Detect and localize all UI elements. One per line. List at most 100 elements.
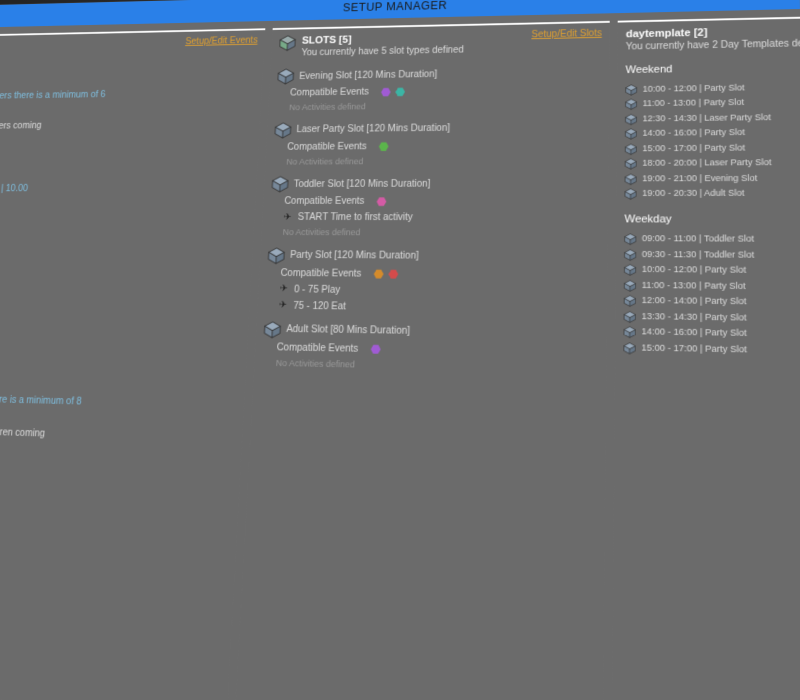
- daytemplate-row-text: 15:00 - 17:00 | Party Slot: [641, 341, 747, 357]
- cube-icon: [264, 321, 282, 339]
- no-activities: No Activities defined: [273, 154, 601, 168]
- daytemplate-row-text: 11:00 - 13:00 | Party Slot: [642, 279, 746, 294]
- event-item[interactable]: Birthday PartyMinimum Deposit : 1.00Mini…: [0, 358, 239, 599]
- slots-list: Evening Slot [120 Mins Duration] Compatib…: [233, 59, 609, 700]
- window-title: SETUP MANAGER: [343, 0, 448, 14]
- daytemplate-row[interactable]: 18:00 - 20:00 | Laser Party Slot: [625, 154, 800, 171]
- slot-name: Toddler Slot [120 Mins Duration]: [293, 177, 430, 191]
- daytemplate-row[interactable]: 19:00 - 21:00 | Evening Slot: [625, 170, 800, 186]
- cube-icon: [624, 249, 636, 261]
- guest-price-note: charge based on Children coming: [0, 425, 45, 439]
- daytemplate-row-text: 09:00 - 11:00 | Toddler Slot: [642, 233, 754, 247]
- daytemplate-row-text: 18:00 - 20:00 | Laser Party Slot: [642, 157, 771, 171]
- edit-slots-link[interactable]: Setup/Edit Slots: [531, 28, 601, 40]
- compat-label: Compatible Events: [284, 195, 365, 209]
- cube-icon: [625, 113, 637, 125]
- option-line: - Toddler Treat 2.00 | 2.00: [0, 268, 245, 285]
- daytemplate-name: Weekday: [624, 211, 800, 228]
- activity-line: START Time to first activity: [297, 211, 413, 225]
- event-color-icon: [388, 269, 398, 279]
- slot-item[interactable]: Adult Slot [80 Mins Duration]Compatible …: [262, 321, 599, 377]
- daytemplate-row[interactable]: 14:00 - 16:00 | Party Slot: [625, 123, 800, 141]
- cube-icon: [624, 342, 637, 354]
- daytemplate-row[interactable]: 10:00 - 12:00 | Party Slot: [625, 77, 800, 97]
- event-color-icon: [395, 87, 405, 96]
- activity-line: 75 - 120 Eat: [293, 299, 346, 314]
- event-color-icon: [371, 344, 381, 354]
- no-activities: No Activities defined: [269, 227, 600, 241]
- slot-name: Party Slot [120 Mins Duration]: [290, 249, 419, 264]
- compat-label: Compatible Events: [280, 266, 362, 281]
- cube-icon: [625, 99, 637, 111]
- events-panel: ly have 6 event types Setup/Edit Events …: [0, 28, 266, 700]
- event-color-icon: [374, 269, 384, 279]
- compat-label: Compatible Events: [276, 340, 358, 356]
- option-line: - Chubby Bear - | -: [0, 195, 249, 209]
- plane-icon: ✈: [279, 301, 289, 311]
- daytemplate-row[interactable]: 12:30 - 14:30 | Laser Party Slot: [625, 108, 800, 127]
- cube-icon: [268, 247, 286, 264]
- events-list: Toddler PartyMinimum Deposit : 1.00Minim…: [0, 52, 264, 700]
- plane-icon: ✈: [283, 213, 293, 222]
- cube-icon: [624, 310, 637, 322]
- edit-events-link[interactable]: Setup/Edit Events: [185, 36, 258, 47]
- cube-icon: [625, 84, 637, 96]
- cube-icon: [272, 176, 290, 193]
- slot-item[interactable]: Toddler Slot [120 Mins Duration] Compatib…: [269, 175, 600, 241]
- cube-icon: [624, 279, 637, 291]
- cube-icon: [277, 68, 295, 85]
- slots-panel: SLOTS [5] You currently have 5 slot type…: [233, 21, 610, 700]
- guest-price-note: charge based on Toddlers coming: [0, 121, 42, 132]
- event-color-icon: [376, 197, 386, 207]
- cube-icon: [625, 173, 637, 185]
- cube-icon: [625, 128, 637, 140]
- cube-icon: [624, 233, 636, 245]
- daytemplate-section: Weekend 10:00 - 12:00 | Party Slot11:00 -…: [625, 57, 800, 201]
- slot-item[interactable]: Party Slot [120 Mins Duration] Compatible…: [265, 247, 600, 317]
- app-window: SETUP MANAGER — □ ✕ ly have 6 event type…: [0, 0, 800, 700]
- activity-line: 0 - 75 Play: [294, 282, 341, 297]
- cube-icon: [624, 326, 637, 338]
- plane-icon: ✈: [279, 285, 289, 295]
- option-line: - Cold Buffet 3.00 | 2.00: [0, 163, 251, 178]
- cube-icon: [625, 158, 637, 170]
- cube-icon: [274, 122, 292, 139]
- cube-icon: [279, 35, 297, 52]
- daytemplate-section: Weekday 09:00 - 11:00 | Toddler Slot09:30…: [623, 211, 800, 362]
- slot-name: Adult Slot [80 Mins Duration]: [286, 322, 410, 339]
- daytemplate-name: Weekend: [625, 57, 800, 78]
- daytemplate-row-text: 10:00 - 12:00 | Party Slot: [642, 263, 747, 277]
- daytemplate-row-text: 11:00 - 13:00 | Party Slot: [643, 96, 745, 110]
- event-item[interactable]: Toddler PartyMinimum Deposit : 1.00Minim…: [0, 56, 257, 352]
- daytemplate-row[interactable]: 15:00 - 17:00 | Party Slot: [625, 139, 800, 157]
- slot-name: Evening Slot [120 Mins Duration]: [299, 67, 438, 83]
- cube-icon: [625, 143, 637, 155]
- daytemplates-panel: daytemplate [2] You currently have 2 Day…: [612, 13, 800, 700]
- option-price: 10.00 | 10.00: [0, 184, 28, 194]
- daytemplate-row-text: 12:00 - 14:00 | Party Slot: [642, 294, 747, 309]
- daytemplate-row-text: 13:30 - 14:30 | Party Slot: [641, 310, 746, 325]
- daytemplates-list: Weekend10:00 - 12:00 | Party Slot11:00 -…: [612, 53, 800, 700]
- daytemplate-row-text: 19:00 - 21:00 | Evening Slot: [642, 172, 757, 186]
- compat-label: Compatible Events: [290, 86, 370, 101]
- cube-icon: [624, 295, 637, 307]
- daytemplate-row-text: 15:00 - 17:00 | Party Slot: [642, 142, 745, 156]
- cube-icon: [625, 188, 637, 200]
- option-line: - Duffy Dragon - | -: [0, 209, 248, 223]
- daytemplate-row-text: 12:30 - 14:30 | Laser Party Slot: [642, 111, 771, 125]
- slot-name: Laser Party Slot [120 Mins Duration]: [296, 122, 450, 137]
- daytemplate-row[interactable]: 19:00 - 20:30 | Adult Slot: [625, 186, 800, 202]
- slot-item[interactable]: Evening Slot [120 Mins Duration] Compatib…: [276, 63, 602, 114]
- slot-item[interactable]: Laser Party Slot [120 Mins Duration] Comp…: [273, 119, 601, 169]
- event-minbook: Minimum Booking : For Toddlers there is …: [0, 86, 255, 104]
- option-line: - Button Bear - | -: [0, 223, 247, 238]
- cube-icon: [624, 264, 637, 276]
- daytemplate-row-text: 19:00 - 20:30 | Adult Slot: [642, 187, 744, 200]
- daytemplate-row-text: 14:00 - 16:00 | Party Slot: [642, 126, 745, 140]
- no-activities: No Activities defined: [276, 98, 601, 114]
- daytemplate-row-text: 14:00 - 16:00 | Party Slot: [641, 326, 746, 341]
- compat-label: Compatible Events: [287, 140, 367, 155]
- daytemplate-row[interactable]: 15:00 - 17:00 | Party Slot: [623, 340, 800, 362]
- daytemplate-row-text: 09:30 - 11:30 | Toddler Slot: [642, 248, 755, 262]
- daytemplate-row-text: 10:00 - 12:00 | Party Slot: [643, 82, 745, 96]
